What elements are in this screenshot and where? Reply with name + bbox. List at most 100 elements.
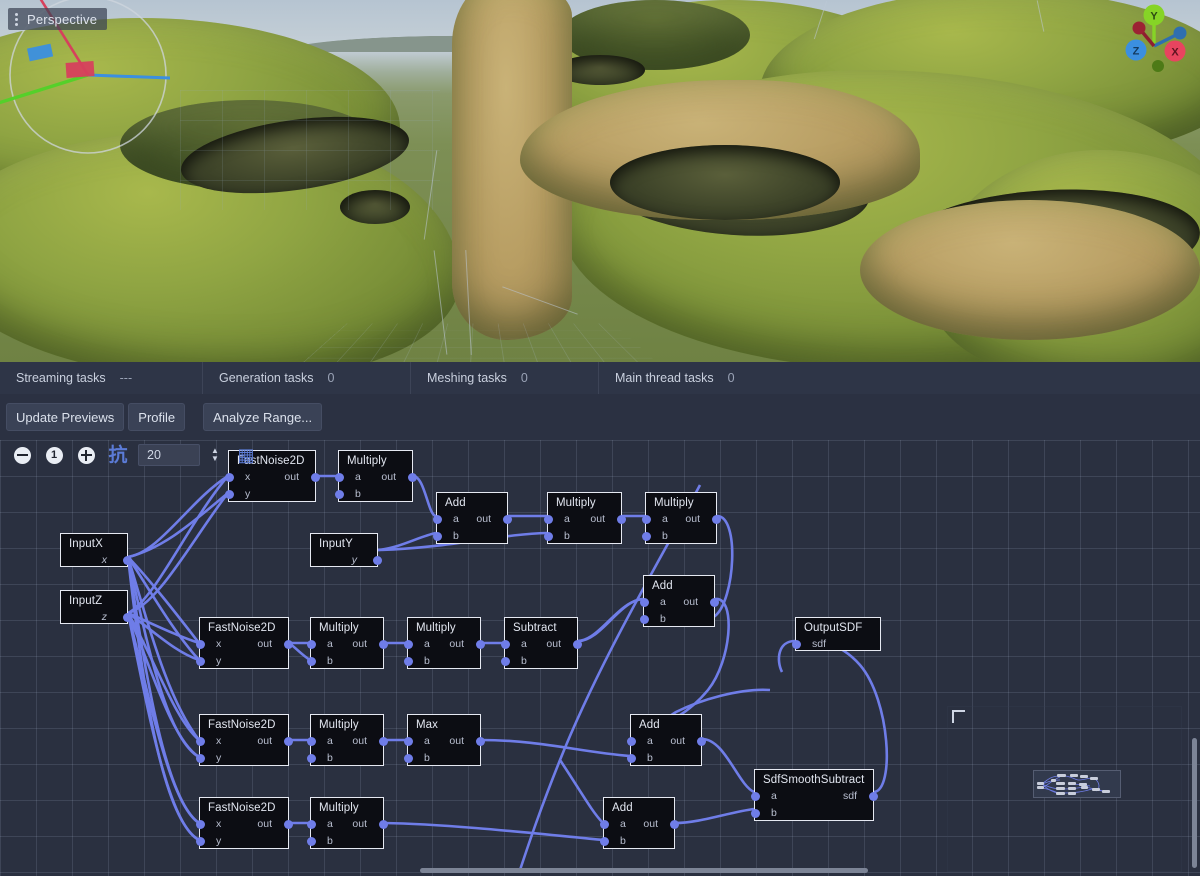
axis-orientation-gizmo[interactable]: Y X Z: [1108, 2, 1196, 82]
output-port-label: out: [257, 735, 272, 747]
node-graph-canvas[interactable]: 1 抗 20 ▲ ▼ ▦ InputX x InputZ z InputY y FastNoi…: [0, 440, 1200, 876]
output-port-x[interactable]: [122, 556, 132, 565]
input-port-x[interactable]: [195, 640, 205, 649]
graph-node-multiply[interactable]: Multiply a out b: [543, 492, 626, 544]
input-port-b[interactable]: [641, 532, 651, 541]
input-port-y[interactable]: [224, 490, 234, 499]
input-port-a[interactable]: [403, 737, 413, 746]
input-port-a[interactable]: [639, 598, 649, 607]
output-port-out[interactable]: [283, 640, 293, 649]
graph-node-add[interactable]: Add a out b: [432, 492, 512, 544]
output-port-label: out: [257, 818, 272, 830]
update-previews-button[interactable]: Update Previews: [6, 403, 125, 431]
input-port-a[interactable]: [306, 640, 316, 649]
zoom-in-button[interactable]: [74, 443, 98, 467]
input-port-b[interactable]: [543, 532, 553, 541]
input-port-b[interactable]: [599, 837, 609, 846]
graph-node-fastnoise2d[interactable]: FastNoise2D x out y: [195, 617, 293, 669]
input-port-label: b: [424, 752, 430, 764]
snap-toggle-button[interactable]: 抗: [106, 443, 130, 467]
input-port-a[interactable]: [306, 737, 316, 746]
input-port-x[interactable]: [224, 473, 234, 482]
input-port-a[interactable]: [626, 737, 636, 746]
3d-viewport[interactable]: Perspective Y X Z: [0, 0, 1200, 362]
output-port-out[interactable]: [475, 737, 485, 746]
input-port-sdf[interactable]: [791, 640, 801, 649]
kebab-menu-icon[interactable]: [12, 12, 21, 26]
input-port-y[interactable]: [195, 754, 205, 763]
graph-node-fastnoise2d[interactable]: FastNoise2D x out y: [195, 714, 293, 766]
graph-node-sdfsmoothsubtract[interactable]: SdfSmoothSubtract a sdf b: [750, 769, 878, 821]
graph-node-multiply[interactable]: Multiply a out b: [403, 617, 485, 669]
input-port-y[interactable]: [195, 837, 205, 846]
input-port-b[interactable]: [306, 657, 316, 666]
graph-node-inputx[interactable]: InputX x: [60, 533, 132, 567]
grid-step-input[interactable]: 20: [138, 444, 200, 466]
output-port-out[interactable]: [475, 640, 485, 649]
input-port-b[interactable]: [500, 657, 510, 666]
grid-toggle-button[interactable]: ▦: [234, 443, 258, 467]
zoom-out-button[interactable]: [10, 443, 34, 467]
input-port-b[interactable]: [626, 754, 636, 763]
output-port-out[interactable]: [572, 640, 582, 649]
output-port-out[interactable]: [378, 820, 388, 829]
input-port-a[interactable]: [432, 515, 442, 524]
input-port-y[interactable]: [195, 657, 205, 666]
graph-node-subtract[interactable]: Subtract a out b: [500, 617, 582, 669]
graph-node-inputz[interactable]: InputZ z: [60, 590, 132, 624]
output-port-out[interactable]: [310, 473, 320, 482]
input-port-b[interactable]: [639, 615, 649, 624]
graph-node-multiply[interactable]: Multiply a out b: [306, 797, 388, 849]
profile-button[interactable]: Profile: [128, 403, 186, 431]
grid-step-stepper[interactable]: ▲ ▼: [206, 443, 224, 467]
graph-h-scrollbar[interactable]: [420, 868, 868, 873]
input-port-a[interactable]: [641, 515, 651, 524]
output-port-y[interactable]: [372, 556, 382, 565]
output-port-out[interactable]: [696, 737, 706, 746]
output-port-out[interactable]: [616, 515, 626, 524]
graph-node-add[interactable]: Add a out b: [599, 797, 679, 849]
output-port-sdf[interactable]: [868, 792, 878, 801]
input-port-b[interactable]: [306, 837, 316, 846]
output-port-out[interactable]: [502, 515, 512, 524]
input-port-b[interactable]: [432, 532, 442, 541]
output-port-out[interactable]: [711, 515, 721, 524]
graph-v-scrollbar[interactable]: [1192, 738, 1197, 868]
input-port-x[interactable]: [195, 820, 205, 829]
graph-node-outputsdf[interactable]: OutputSDF sdf: [791, 617, 881, 651]
input-port-a[interactable]: [403, 640, 413, 649]
input-port-b[interactable]: [750, 809, 760, 818]
input-port-a[interactable]: [599, 820, 609, 829]
output-port-out[interactable]: [378, 640, 388, 649]
input-port-b[interactable]: [403, 754, 413, 763]
output-port-out[interactable]: [709, 598, 719, 607]
input-port-b[interactable]: [334, 490, 344, 499]
input-port-b[interactable]: [306, 754, 316, 763]
graph-node-add[interactable]: Add a out b: [639, 575, 719, 627]
output-port-z[interactable]: [122, 613, 132, 622]
output-port-out[interactable]: [669, 820, 679, 829]
graph-node-add[interactable]: Add a out b: [626, 714, 706, 766]
graph-node-inputy[interactable]: InputY y: [310, 533, 382, 567]
input-port-a[interactable]: [500, 640, 510, 649]
viewport-perspective-menu[interactable]: Perspective: [8, 8, 108, 30]
graph-minimap[interactable]: [1033, 770, 1121, 798]
input-port-b[interactable]: [403, 657, 413, 666]
output-port-out[interactable]: [283, 737, 293, 746]
input-port-a[interactable]: [306, 820, 316, 829]
graph-node-multiply[interactable]: Multiply a out b: [306, 617, 388, 669]
analyze-range-button[interactable]: Analyze Range...: [203, 403, 323, 431]
output-port-out[interactable]: [283, 820, 293, 829]
zoom-reset-button[interactable]: 1: [42, 443, 66, 467]
graph-node-max[interactable]: Max a out b: [403, 714, 485, 766]
output-port-out[interactable]: [407, 473, 417, 482]
input-port-a[interactable]: [334, 473, 344, 482]
output-port-out[interactable]: [378, 737, 388, 746]
input-port-x[interactable]: [195, 737, 205, 746]
input-port-a[interactable]: [543, 515, 553, 524]
input-port-a[interactable]: [750, 792, 760, 801]
output-port-label: out: [284, 471, 299, 483]
graph-node-multiply[interactable]: Multiply a out b: [306, 714, 388, 766]
graph-node-multiply[interactable]: Multiply a out b: [641, 492, 721, 544]
graph-node-fastnoise2d[interactable]: FastNoise2D x out y: [195, 797, 293, 849]
